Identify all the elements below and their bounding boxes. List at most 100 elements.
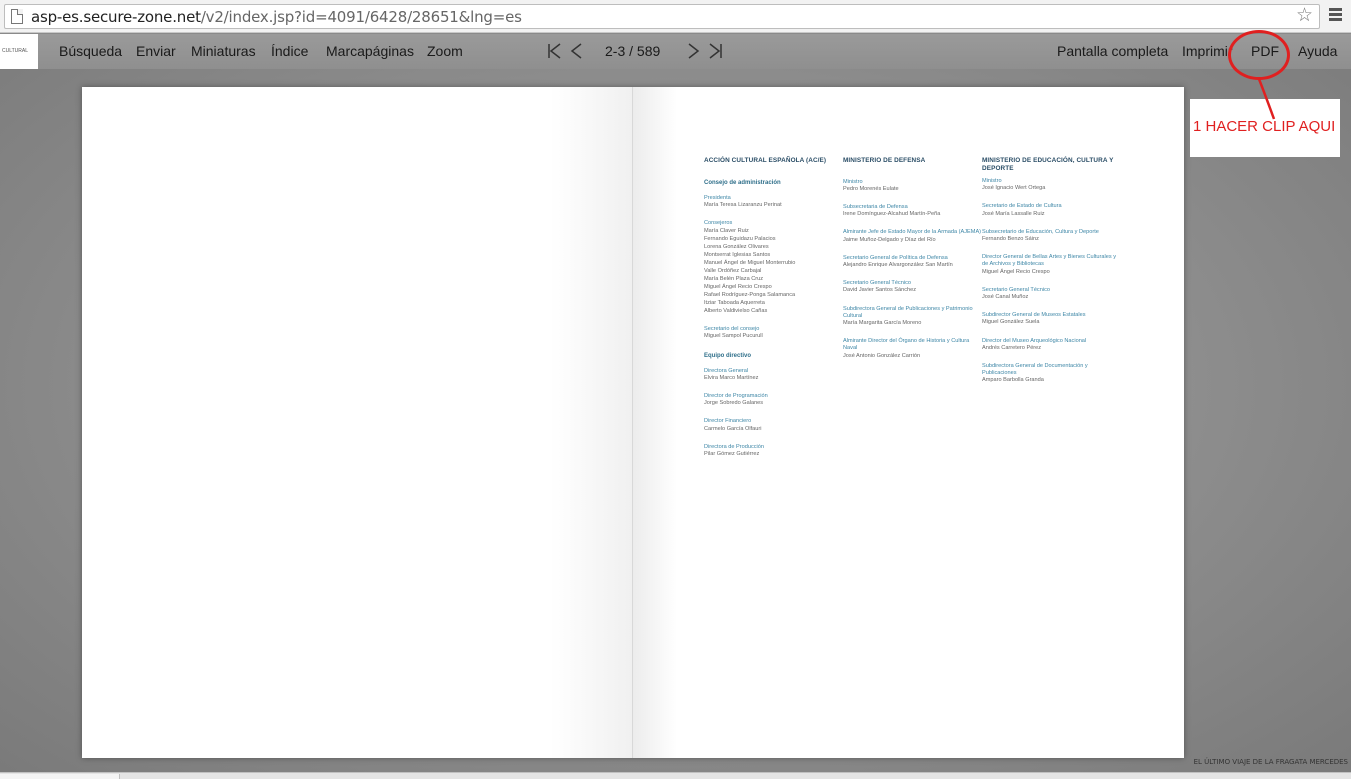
last-page-icon[interactable]	[706, 42, 724, 60]
credits-column-educacion: MINISTERIO DE EDUCACIÓN, CULTURA Y DEPOR…	[982, 157, 1122, 396]
credit-role: Almirante Jefe de Estado Mayor de la Arm…	[843, 229, 982, 236]
credit-role: Secretario del consejo	[704, 326, 760, 333]
credit-entry: Presidenta María Teresa Lizaranzu Perina…	[704, 195, 844, 209]
credit-name: Andrés Carretero Pérez	[982, 344, 1042, 351]
credit-role: Secretario General Técnico	[982, 286, 1050, 293]
viewer-toolbar: CULTURAL Búsqueda Enviar Miniaturas Índi…	[0, 34, 1351, 69]
column-heading: MINISTERIO DE EDUCACIÓN, CULTURA Y DEPOR…	[982, 157, 1114, 172]
credit-entry: Ministro Pedro Morenés Eulate	[843, 179, 983, 193]
credit-name: Pedro Morenés Eulate	[843, 185, 899, 192]
credit-entry: Consejeros María Claver Ruiz Fernando Eg…	[704, 220, 844, 315]
credit-name: Miguel Sampol Pucurull	[704, 333, 763, 340]
credit-name: Rafael Rodríguez-Ponga Salamanca	[704, 292, 796, 299]
credit-role: Subsecretario de Educación, Cultura y De…	[982, 228, 1099, 235]
credit-entry: Subsecretario de Educación, Cultura y De…	[982, 229, 1122, 243]
thumbnails-button[interactable]: Miniaturas	[191, 43, 256, 59]
credit-role: Director Financiero	[704, 418, 752, 425]
bookmark-star-icon[interactable]: ☆	[1296, 6, 1313, 26]
book-gutter	[632, 87, 633, 758]
credit-entry: Secretario General Técnico José Canal Mu…	[982, 287, 1122, 301]
credit-name: María Margarita García Moreno	[843, 319, 922, 326]
credit-name: José Canal Muñoz	[982, 294, 1029, 301]
credit-role: Consejeros	[704, 219, 733, 226]
status-bar-tab	[0, 774, 120, 779]
credit-name: José Antonio González Carrión	[843, 352, 921, 359]
send-button[interactable]: Enviar	[136, 43, 176, 59]
credit-name: María Claver Ruiz	[704, 228, 749, 235]
credit-name: Fernando Eguidazu Palacios	[704, 236, 776, 243]
url-text: asp-es.secure-zone.net/v2/index.jsp?id=4…	[31, 8, 522, 26]
credit-entry: Director del Museo Arqueológico Nacional…	[982, 338, 1122, 352]
column-heading: MINISTERIO DE DEFENSA	[843, 157, 926, 164]
credit-name: José Ignacio Wert Ortega	[982, 185, 1046, 192]
next-page-icon[interactable]	[684, 42, 702, 60]
credit-name: Alberto Valdivielso Cañas	[704, 308, 768, 315]
credit-entry: Secretario del consejo Miguel Sampol Puc…	[704, 326, 844, 340]
credits-column-ace: ACCIÓN CULTURAL ESPAÑOLA (AC/E) Consejo …	[704, 157, 844, 469]
credit-name: Lorena González Olivares	[704, 244, 769, 251]
credit-role: Directora General	[704, 367, 749, 374]
credit-role: Subsecretaria de Defensa	[843, 203, 908, 210]
credit-name: Itziar Taboada Aquerreta	[704, 300, 765, 307]
annotation-text: 1 HACER CLIP AQUI	[1193, 118, 1336, 135]
section-heading: Equipo directivo	[704, 352, 752, 359]
credit-entry: Subdirectora General de Documentación y …	[982, 363, 1122, 385]
fullscreen-button[interactable]: Pantalla completa	[1057, 43, 1168, 59]
annotation-circle	[1228, 30, 1290, 80]
page-indicator: 2-3 / 589	[605, 43, 661, 59]
credit-role: Director de Programación	[704, 392, 768, 399]
credit-role: Almirante Director del Órgano de Histori…	[843, 338, 970, 352]
logo: CULTURAL	[0, 34, 38, 69]
credit-role: Secretario de Estado de Cultura	[982, 203, 1062, 210]
credit-entry: Subdirector General de Museos Estatales …	[982, 312, 1122, 326]
credit-name: Elvira Marco Martínez	[704, 374, 759, 381]
index-button[interactable]: Índice	[271, 43, 308, 59]
credit-name: Miguel Ángel Recio Crespo	[704, 284, 772, 291]
credit-name: Valle Ordóñez Carbajal	[704, 268, 762, 275]
credit-name: Amparo Barbolla Granda	[982, 377, 1044, 384]
credit-name: Irene Domínguez-Alcahud Martín-Peña	[843, 211, 941, 218]
first-page-icon[interactable]	[546, 42, 564, 60]
right-page[interactable]: ACCIÓN CULTURAL ESPAÑOLA (AC/E) Consejo …	[633, 87, 1184, 758]
browser-menu-icon[interactable]	[1329, 8, 1342, 22]
credit-entry: Secretario General Técnico David Javier …	[843, 280, 983, 294]
credit-role: Director General de Bellas Artes y Biene…	[982, 254, 1116, 268]
logo-text: CULTURAL	[2, 48, 29, 54]
credit-name: José María Lassalle Ruiz	[982, 210, 1045, 217]
credit-name: Jorge Sobredo Galanes	[704, 400, 764, 407]
credit-entry: Directora de Producción Pilar Gómez Guti…	[704, 444, 844, 458]
credit-role: Presidenta	[704, 194, 731, 201]
url-path: /v2/index.jsp?id=4091/6428/28651&lng=es	[200, 8, 522, 26]
credit-entry: Ministro José Ignacio Wert Ortega	[982, 178, 1122, 192]
previous-page-icon[interactable]	[568, 42, 586, 60]
left-page[interactable]	[82, 87, 633, 758]
credit-entry: Almirante Director del Órgano de Histori…	[843, 338, 983, 360]
search-button[interactable]: Búsqueda	[59, 43, 122, 59]
credit-entry: Director Financiero Carmelo García Olfau…	[704, 418, 844, 432]
browser-address-bar: asp-es.secure-zone.net/v2/index.jsp?id=4…	[0, 0, 1351, 33]
credit-name: María Belén Plaza Cruz	[704, 276, 764, 283]
credits-column-defensa: MINISTERIO DE DEFENSA Ministro Pedro Mor…	[843, 157, 983, 371]
credit-role: Ministro	[843, 178, 863, 185]
page-icon	[11, 9, 23, 24]
credit-role: Ministro	[982, 178, 1002, 184]
credit-name: Manuel Ángel de Miguel Monterrubio	[704, 260, 796, 267]
credit-entry: Almirante Jefe de Estado Mayor de la Arm…	[843, 229, 983, 243]
credit-name: Alejandro Enrique Alvargonzález San Mart…	[843, 261, 953, 268]
bookmarks-button[interactable]: Marcapáginas	[326, 43, 414, 59]
annotation-pointer-line	[1258, 79, 1276, 120]
credit-role: Subdirectora General de Publicaciones y …	[843, 305, 973, 319]
credit-entry: Directora General Elvira Marco Martínez	[704, 368, 844, 382]
credit-role: Directora de Producción	[704, 443, 765, 450]
url-field[interactable]: asp-es.secure-zone.net/v2/index.jsp?id=4…	[4, 4, 1320, 29]
credit-name: Miguel González Suela	[982, 319, 1040, 326]
credit-name: María Teresa Lizaranzu Perinat	[704, 201, 782, 208]
zoom-button[interactable]: Zoom	[427, 43, 463, 59]
credit-name: Carmelo García Olfauri	[704, 425, 762, 432]
credit-entry: Director de Programación Jorge Sobredo G…	[704, 393, 844, 407]
credit-name: Jaime Muñoz-Delgado y Díaz del Río	[843, 236, 936, 243]
help-button[interactable]: Ayuda	[1298, 43, 1337, 59]
section-heading: Consejo de administración	[704, 179, 781, 186]
print-button[interactable]: Imprimir	[1182, 43, 1233, 59]
credit-entry: Subsecretaria de Defensa Irene Domínguez…	[843, 204, 983, 218]
